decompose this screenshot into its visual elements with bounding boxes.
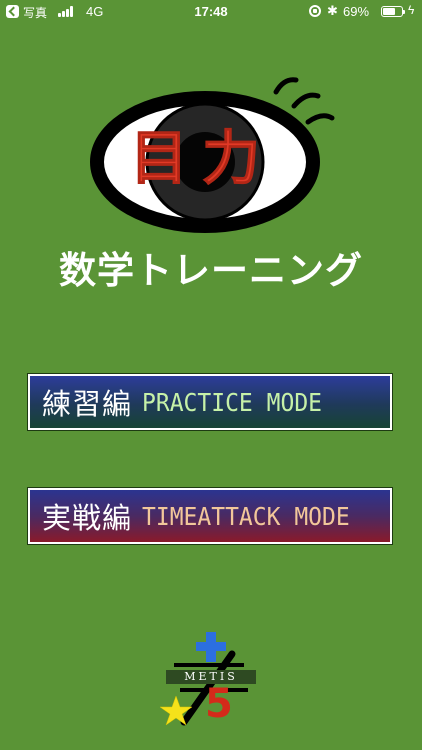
app-logo: 目力 xyxy=(80,70,350,250)
battery-icon xyxy=(381,6,405,17)
practice-en-label: PRACTICE MODE xyxy=(142,387,323,417)
battery-percent: 69% xyxy=(343,4,370,19)
bluetooth-icon: ✱ xyxy=(327,3,338,18)
company-logo: METIS 5 xyxy=(160,630,260,730)
charging-icon: ϟ xyxy=(408,3,415,17)
timeattack-mode-button[interactable]: 実戦編 TIMEATTACK MODE xyxy=(27,487,393,545)
practice-jp-label: 練習編 xyxy=(42,387,133,421)
company-number: 5 xyxy=(205,681,233,727)
orientation-lock-icon xyxy=(309,5,321,17)
practice-mode-button[interactable]: 練習編 PRACTICE MODE xyxy=(27,373,393,431)
battery-fill xyxy=(383,8,396,15)
app-subtitle: 数学トレーニング xyxy=(59,249,363,292)
timeattack-en-label: TIMEATTACK MODE xyxy=(142,501,350,531)
logo-title: 目力 xyxy=(129,124,274,192)
status-bar: 写真 4G 17:48 ✱ 69% ϟ xyxy=(0,0,422,24)
timeattack-jp-label: 実戦編 xyxy=(42,501,133,535)
